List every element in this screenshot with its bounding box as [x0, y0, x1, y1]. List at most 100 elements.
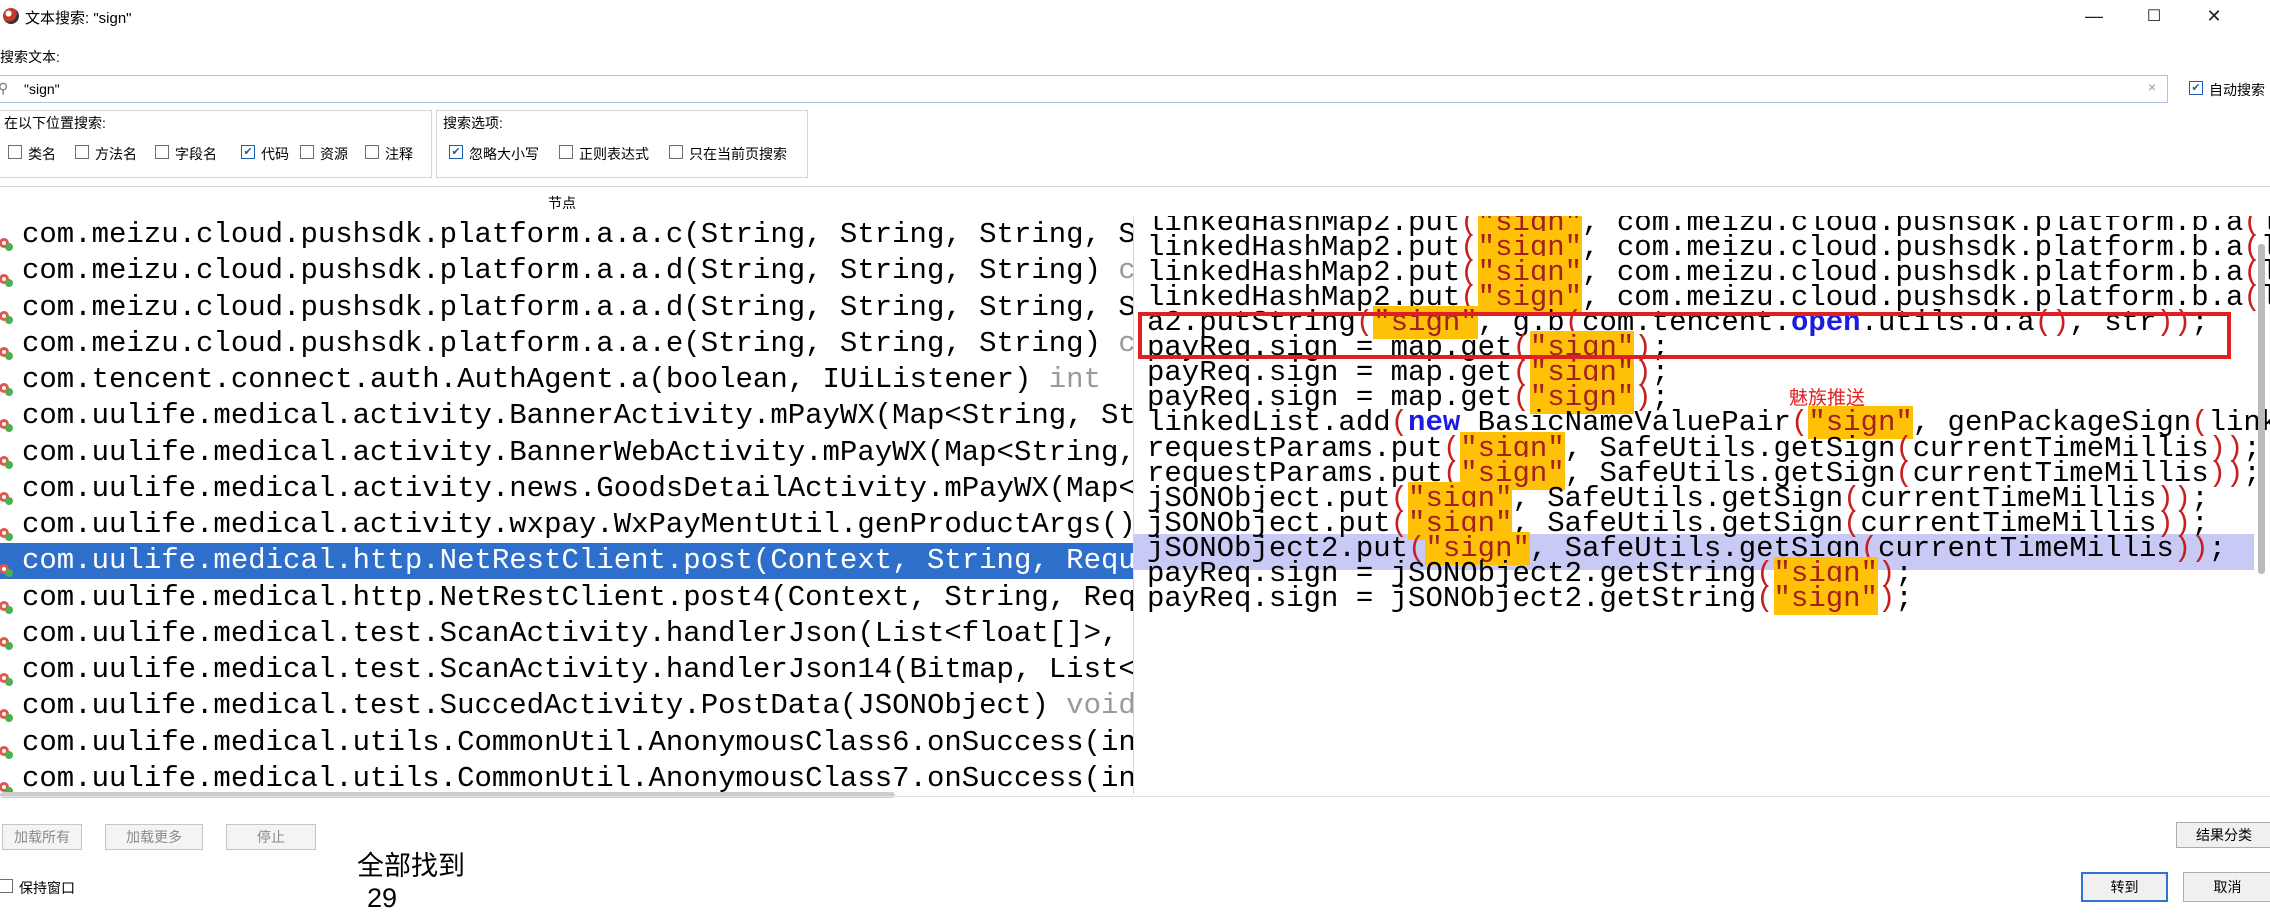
- result-signature: com.uulife.medical.activity.wxpay.WxPayM…: [22, 508, 1133, 541]
- code-vertical-scrollbar[interactable]: [2258, 244, 2265, 574]
- results-list[interactable]: com.meizu.cloud.pushsdk.platform.a.a.c(S…: [0, 216, 1133, 796]
- search-options-title: 搜索选项:: [443, 115, 503, 131]
- annotation-text: 魅族推送: [1789, 388, 1866, 409]
- result-row[interactable]: com.uulife.medical.activity.BannerWebAct…: [0, 435, 1133, 471]
- result-text: com.tencent.connect.auth.AuthAgent.a(boo…: [22, 362, 1101, 398]
- method-icon: [0, 300, 14, 324]
- result-row[interactable]: com.uulife.medical.test.ScanActivity.han…: [0, 652, 1133, 688]
- result-text: com.uulife.medical.utils.CommonUtil.Anon…: [22, 761, 1133, 796]
- auto-search-checkbox[interactable]: ✔: [2189, 81, 2203, 95]
- result-signature: com.meizu.cloud.pushsdk.platform.a.a.d(S…: [22, 290, 1133, 324]
- method-icon: [0, 662, 14, 686]
- search-option-checkbox[interactable]: ✔: [449, 145, 463, 159]
- method-icon: [0, 553, 14, 578]
- found-summary: 全部找到 29: [342, 813, 465, 914]
- result-text: com.uulife.medical.utils.CommonUtil.Anon…: [22, 725, 1133, 761]
- result-return-type: void: [1066, 689, 1133, 723]
- code-token: ;: [1895, 581, 1913, 615]
- scope-checkbox[interactable]: [155, 145, 169, 159]
- result-signature: com.uulife.medical.activity.BannerWebAct…: [22, 435, 1133, 469]
- scope-option-label: 代码: [261, 146, 289, 162]
- scope-checkbox[interactable]: [300, 145, 314, 159]
- code-token: currentTimeMillis: [1877, 531, 2174, 565]
- load-more-button[interactable]: 加载更多: [105, 824, 203, 850]
- code-line: payReq.sign = jSONObject2.getString("sig…: [1147, 581, 1913, 617]
- search-option-label: 只在当前页搜索: [689, 146, 787, 162]
- search-input[interactable]: [0, 75, 2168, 103]
- result-row[interactable]: com.meizu.cloud.pushsdk.platform.a.a.c(S…: [0, 217, 1133, 253]
- result-signature: com.uulife.medical.test.SuccedActivity.P…: [22, 689, 1067, 723]
- window-title: 文本搜索: "sign": [25, 10, 132, 27]
- sort-results-button[interactable]: 结果分类: [2176, 822, 2270, 848]
- maximize-button[interactable]: ☐: [2124, 0, 2184, 32]
- result-text: com.meizu.cloud.pushsdk.platform.a.a.c(S…: [22, 217, 1133, 253]
- result-row[interactable]: com.uulife.medical.http.NetRestClient.po…: [0, 543, 1133, 580]
- scope-checkbox[interactable]: [75, 145, 89, 159]
- method-icon: [0, 481, 14, 505]
- result-row[interactable]: com.uulife.medical.utils.CommonUtil.Anon…: [0, 761, 1133, 796]
- result-signature: com.tencent.connect.auth.AuthAgent.a(boo…: [22, 363, 1049, 396]
- result-row[interactable]: com.uulife.medical.activity.wxpay.WxPayM…: [0, 507, 1133, 543]
- search-label: 搜索文本:: [0, 49, 60, 65]
- result-row[interactable]: com.uulife.medical.http.NetRestClient.po…: [0, 580, 1133, 616]
- result-row[interactable]: com.uulife.medical.test.SuccedActivity.P…: [0, 688, 1133, 724]
- search-option-checkbox[interactable]: [559, 145, 573, 159]
- found-count: 29: [367, 883, 398, 913]
- scope-option-label: 注释: [385, 146, 413, 162]
- results-horizontal-scrollbar[interactable]: [0, 792, 895, 798]
- search-option-label: 忽略大小写: [469, 146, 539, 162]
- result-signature: com.uulife.medical.test.ScanActivity.han…: [22, 616, 1133, 650]
- scope-checkbox[interactable]: ✔: [241, 145, 255, 159]
- result-row[interactable]: com.uulife.medical.activity.BannerActivi…: [0, 398, 1133, 434]
- method-icon: [0, 336, 14, 360]
- clear-search-icon[interactable]: ×: [2148, 79, 2156, 95]
- result-signature: com.uulife.medical.utils.CommonUtil.Anon…: [22, 761, 1133, 795]
- result-row[interactable]: com.uulife.medical.activity.news.GoodsDe…: [0, 471, 1133, 507]
- result-text: com.uulife.medical.test.ScanActivity.han…: [22, 616, 1133, 652]
- search-input-value[interactable]: "sign": [24, 81, 60, 97]
- method-icon: [0, 517, 14, 541]
- stop-button[interactable]: 停止: [226, 824, 316, 850]
- result-signature: com.uulife.medical.utils.CommonUtil.Anon…: [22, 725, 1133, 759]
- result-text: com.uulife.medical.activity.news.GoodsDe…: [22, 471, 1133, 507]
- result-return-type: c: [1118, 254, 1133, 288]
- keep-window-checkbox[interactable]: [0, 879, 13, 893]
- search-scope-title: 在以下位置搜索:: [4, 115, 106, 131]
- match-highlight: "sign": [1773, 581, 1878, 615]
- result-row[interactable]: com.tencent.connect.auth.AuthAgent.a(boo…: [0, 362, 1133, 398]
- result-row[interactable]: com.uulife.medical.test.ScanActivity.han…: [0, 616, 1133, 652]
- title-bar: [0, 0, 2270, 36]
- cancel-button[interactable]: 取消: [2183, 872, 2270, 902]
- method-icon: [0, 771, 14, 795]
- annotation-red-box: [1138, 312, 2231, 359]
- result-row[interactable]: com.uulife.medical.utils.CommonUtil.Anon…: [0, 725, 1133, 761]
- close-button[interactable]: ✕: [2184, 0, 2244, 32]
- app-icon: [3, 8, 19, 24]
- code-token: payReq.sign = jSONObject2.getString: [1147, 581, 1757, 615]
- result-text: com.uulife.medical.activity.wxpay.WxPayM…: [22, 507, 1133, 543]
- result-row[interactable]: com.meizu.cloud.pushsdk.platform.a.a.d(S…: [0, 290, 1133, 326]
- code-preview-pane[interactable]: linkedHashMap2.put("sign", com.meizu.clo…: [1133, 216, 2270, 794]
- auto-search-label: 自动搜索: [2209, 82, 2265, 98]
- result-signature: com.meizu.cloud.pushsdk.platform.a.a.c(S…: [22, 218, 1133, 251]
- result-return-type: int: [1048, 363, 1101, 396]
- search-option-checkbox[interactable]: [669, 145, 683, 159]
- result-row[interactable]: com.meizu.cloud.pushsdk.platform.a.a.e(S…: [0, 326, 1133, 362]
- scope-checkbox[interactable]: [365, 145, 379, 159]
- result-text: com.uulife.medical.activity.BannerActivi…: [22, 398, 1133, 434]
- method-icon: [0, 735, 14, 759]
- search-icon: ⚲: [0, 80, 9, 96]
- goto-button[interactable]: 转到: [2081, 872, 2168, 902]
- node-column-header[interactable]: 节点: [548, 193, 576, 213]
- minimize-button[interactable]: —: [2064, 0, 2124, 32]
- scope-checkbox[interactable]: [8, 145, 22, 159]
- scope-option-label: 方法名: [95, 146, 137, 162]
- result-signature: com.meizu.cloud.pushsdk.platform.a.a.d(S…: [22, 254, 1119, 288]
- result-signature: com.meizu.cloud.pushsdk.platform.a.a.e(S…: [22, 326, 1119, 360]
- result-signature: com.uulife.medical.http.NetRestClient.po…: [22, 580, 1133, 614]
- result-row[interactable]: com.meizu.cloud.pushsdk.platform.a.a.d(S…: [0, 253, 1133, 289]
- load-all-button[interactable]: 加载所有: [2, 824, 82, 850]
- scope-option-label: 字段名: [175, 146, 217, 162]
- scope-option-label: 资源: [320, 146, 348, 162]
- method-icon: [0, 590, 14, 614]
